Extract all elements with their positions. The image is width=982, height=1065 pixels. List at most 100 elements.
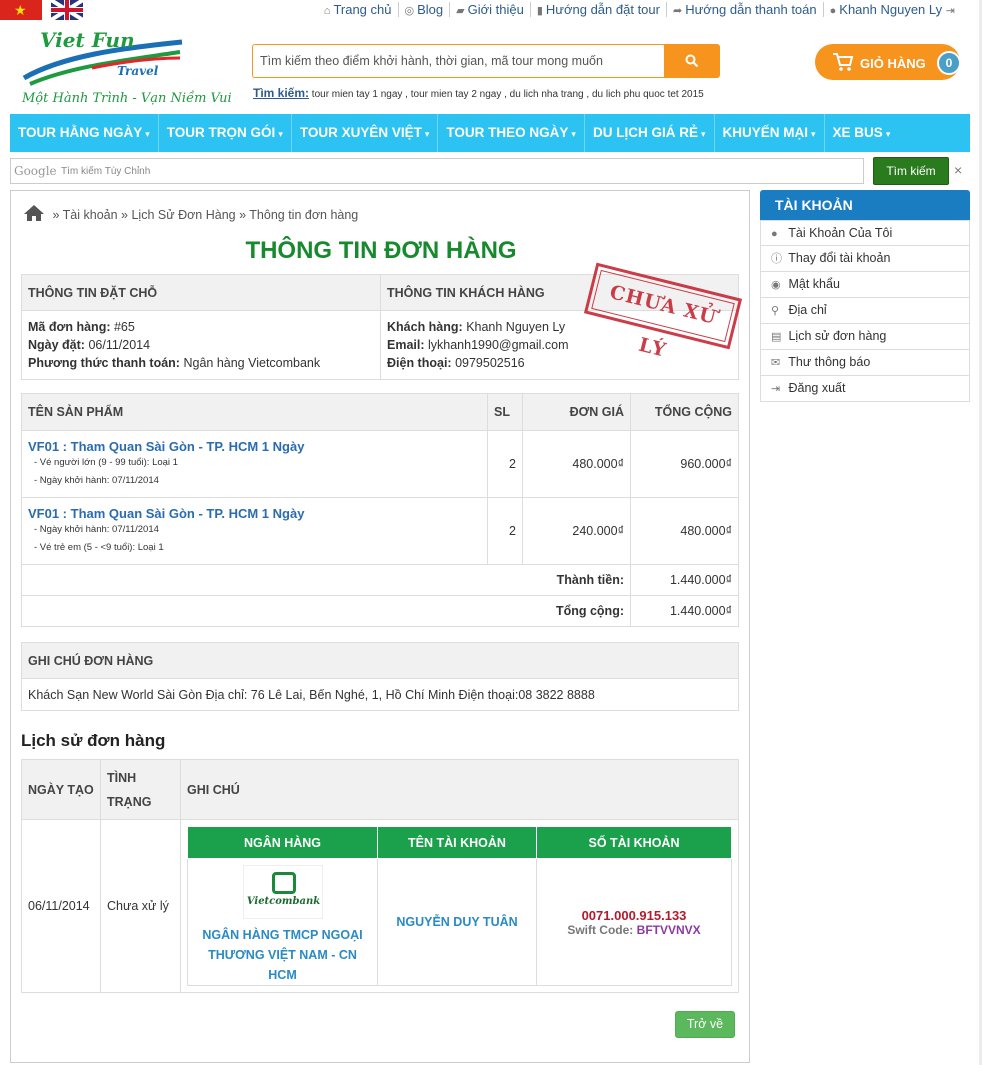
breadcrumb-order-history[interactable]: Lịch Sử Đơn Hàng (131, 208, 235, 222)
home-icon: ⌂ (323, 5, 331, 17)
logo-text: Viet Fun (40, 28, 135, 52)
sidebar-item-my-account[interactable]: ● Tài Khoản Của Tôi (760, 220, 970, 246)
user-icon: ● (771, 228, 778, 240)
top-link-user[interactable]: ● Khanh Nguyen Ly ⇥ (822, 2, 964, 17)
payment-method: Ngân hàng Vietcombank (183, 356, 321, 370)
nav-item-promotions[interactable]: KHUYẾN MẠI ▾ (715, 114, 825, 152)
order-note-text: Khách Sạn New World Sài Gòn Địa chỉ: 76 … (21, 678, 739, 711)
home-icon[interactable] (23, 204, 45, 222)
sidebar-item-password[interactable]: ◉ Mật khẩu (760, 272, 970, 298)
sidebar-item-edit-account[interactable]: ⓘ Thay đổi tài khoản (760, 246, 970, 272)
main-nav: TOUR HẰNG NGÀY ▾ TOUR TRỌN GÓI ▾ TOUR XUYÊ… (10, 114, 970, 152)
nav-item-bus[interactable]: XE BUS ▾ (825, 114, 899, 152)
grand-total-value: 1.440.000₫ (630, 595, 739, 627)
product-link[interactable]: VF01 : Tham Quan Sài Gòn - TP. HCM 1 Ngà… (28, 439, 481, 454)
grand-total-row: Tổng cộng: 1.440.000₫ (21, 595, 739, 627)
col-note: GHI CHÚ (180, 759, 739, 820)
booking-info-cell: Mã đơn hàng: #65 Ngày đặt: 06/11/2014 Ph… (21, 310, 381, 380)
col-total: TỔNG CỘNG (630, 393, 739, 431)
tag-icon: ▰ (456, 5, 465, 17)
product-total: 960.000₫ (630, 430, 739, 498)
mail-icon: ✉ (771, 357, 781, 369)
search-hint-links[interactable]: tour mien tay 1 ngay , tour mien tay 2 n… (312, 89, 704, 100)
top-link-payment-guide[interactable]: ➦ Hướng dẫn thanh toán (665, 2, 823, 17)
google-logo: Google (14, 164, 57, 178)
sidebar-item-notifications[interactable]: ✉ Thư thông báo (760, 350, 970, 376)
sidebar-item-logout[interactable]: ⇥ Đăng xuất (760, 376, 970, 402)
top-link-about[interactable]: ▰ Giới thiệu (449, 2, 530, 17)
bank-cell: Vietcombank NGÂN HÀNG TMCP NGOẠI THƯƠNG V… (187, 858, 378, 986)
breadcrumb-current: Thông tin đơn hàng (249, 208, 359, 222)
order-note-table: GHI CHÚ ĐƠN HÀNG Khách Sạn New World Sài… (21, 642, 739, 711)
chevron-down-icon: ▾ (424, 129, 430, 139)
chevron-down-icon: ▾ (571, 129, 576, 139)
page-title: THÔNG TIN ĐƠN HÀNG (245, 237, 517, 264)
cart-label: GIỎ HÀNG (860, 56, 926, 71)
google-search-placeholder: Tìm kiếm Tùy Chỉnh (61, 166, 151, 177)
user-icon: ● (829, 5, 837, 17)
order-date: 06/11/2014 (88, 338, 151, 352)
sidebar-item-order-history[interactable]: ▤ Lịch sử đơn hàng (760, 324, 970, 350)
vietnam-flag-icon[interactable]: ★ (0, 0, 42, 20)
product-option: - Vé người lớn (9 - 99 tuổi): Loại 1 (34, 456, 178, 468)
top-link-home[interactable]: ⌂ Trang chủ (318, 2, 398, 17)
col-qty: SL (487, 393, 523, 431)
swift-code: Swift Code: BFTVVNVX (567, 922, 701, 937)
chevron-down-icon: ▾ (885, 129, 891, 139)
cart-count-badge: 0 (937, 51, 961, 75)
nav-item-budget[interactable]: DU LỊCH GIÁ RẺ ▾ (585, 114, 715, 152)
col-price: ĐƠN GIÁ (522, 393, 631, 431)
nav-item-cross-country[interactable]: TOUR XUYÊN VIỆT ▾ (292, 114, 439, 152)
product-qty: 2 (487, 497, 523, 565)
breadcrumb: » Tài khoản » Lịch Sử Đơn Hàng » Thông t… (23, 204, 358, 222)
chevron-down-icon: ▾ (700, 129, 706, 139)
breadcrumb-account[interactable]: Tài khoản (63, 208, 118, 222)
top-link-blog[interactable]: ◎ Blog (397, 2, 450, 17)
table-row: VF01 : Tham Quan Sài Gòn - TP. HCM 1 Ngà… (21, 430, 739, 498)
nav-item-tour-by-day[interactable]: TOUR THEO NGÀY ▾ (438, 114, 585, 152)
sidebar-title: TÀI KHOẢN (760, 190, 970, 220)
col-account-name: TÊN TÀI KHOẢN (377, 826, 537, 859)
products-table: TÊN SẢN PHẨM SL ĐƠN GIÁ TỔNG CỘNG VF01 :… (21, 393, 739, 627)
order-number: #65 (113, 320, 135, 334)
product-option: - Ngày khởi hành: 07/11/2014 (34, 523, 159, 535)
share-icon: ➦ (672, 5, 683, 17)
search-icon (685, 54, 699, 68)
history-note: NGÂN HÀNG TÊN TÀI KHOẢN SỐ TÀI KHOẢN Vie… (180, 819, 739, 993)
google-search-input[interactable]: Google Tìm kiếm Tùy Chỉnh (10, 158, 864, 184)
search-hint-label: Tìm kiếm: (253, 86, 310, 100)
grand-total-label: Tổng cộng: (21, 595, 631, 627)
product-price: 480.000₫ (522, 430, 631, 498)
history-date: 06/11/2014 (21, 819, 101, 993)
subtotal-label: Thành tiền: (21, 564, 631, 596)
cart-icon: ▤ (771, 331, 782, 343)
search-input[interactable] (252, 44, 665, 78)
nav-item-daily-tours[interactable]: TOUR HẰNG NGÀY ▾ (10, 114, 159, 152)
table-row: 06/11/2014 Chưa xử lý NGÂN HÀNG TÊN TÀI … (21, 819, 739, 993)
cart-button[interactable]: GIỎ HÀNG 0 (815, 44, 961, 80)
product-option: - Ngày khởi hành: 07/11/2014 (34, 474, 159, 486)
google-search-button[interactable]: Tìm kiếm (873, 157, 949, 185)
search-button[interactable] (664, 44, 720, 78)
vietcombank-symbol-icon (271, 872, 296, 894)
nav-item-package-tours[interactable]: TOUR TRỌN GÓI ▾ (159, 114, 292, 152)
globe-icon: ◎ (404, 5, 415, 17)
close-icon[interactable]: × (954, 162, 962, 178)
vietcombank-logo: Vietcombank (242, 865, 323, 919)
history-status: Chưa xử lý (100, 819, 181, 993)
site-logo[interactable]: Viet Fun Travel Một Hành Trình - Vạn Niề… (22, 28, 232, 110)
subtotal-value: 1.440.000₫ (630, 564, 739, 596)
uk-flag-icon[interactable] (51, 0, 83, 20)
info-icon: ⓘ (771, 253, 782, 265)
account-sidebar: TÀI KHOẢN ● Tài Khoản Của Tôi ⓘ Thay đổi… (760, 190, 970, 402)
top-bar: ★ ⌂ Trang chủ ◎ Blog ▰ Giới thiệu ▮ Hướng dẫ… (0, 0, 982, 22)
sidebar-item-address[interactable]: ⚲ Địa chỉ (760, 298, 970, 324)
account-number: 0071.000.915.133 (581, 907, 687, 923)
search-hint: Tìm kiếm: tour mien tay 1 ngay , tour mi… (253, 86, 704, 100)
product-link[interactable]: VF01 : Tham Quan Sài Gòn - TP. HCM 1 Ngà… (28, 506, 481, 521)
logo-slogan: Một Hành Trình - Vạn Niềm Vui (22, 91, 232, 106)
back-button[interactable]: Trở về (675, 1011, 735, 1038)
order-note-header: GHI CHÚ ĐƠN HÀNG (21, 642, 739, 679)
bank-info-table: NGÂN HÀNG TÊN TÀI KHOẢN SỐ TÀI KHOẢN Vie… (187, 826, 732, 986)
top-link-booking-guide[interactable]: ▮ Hướng dẫn đặt tour (529, 2, 666, 17)
